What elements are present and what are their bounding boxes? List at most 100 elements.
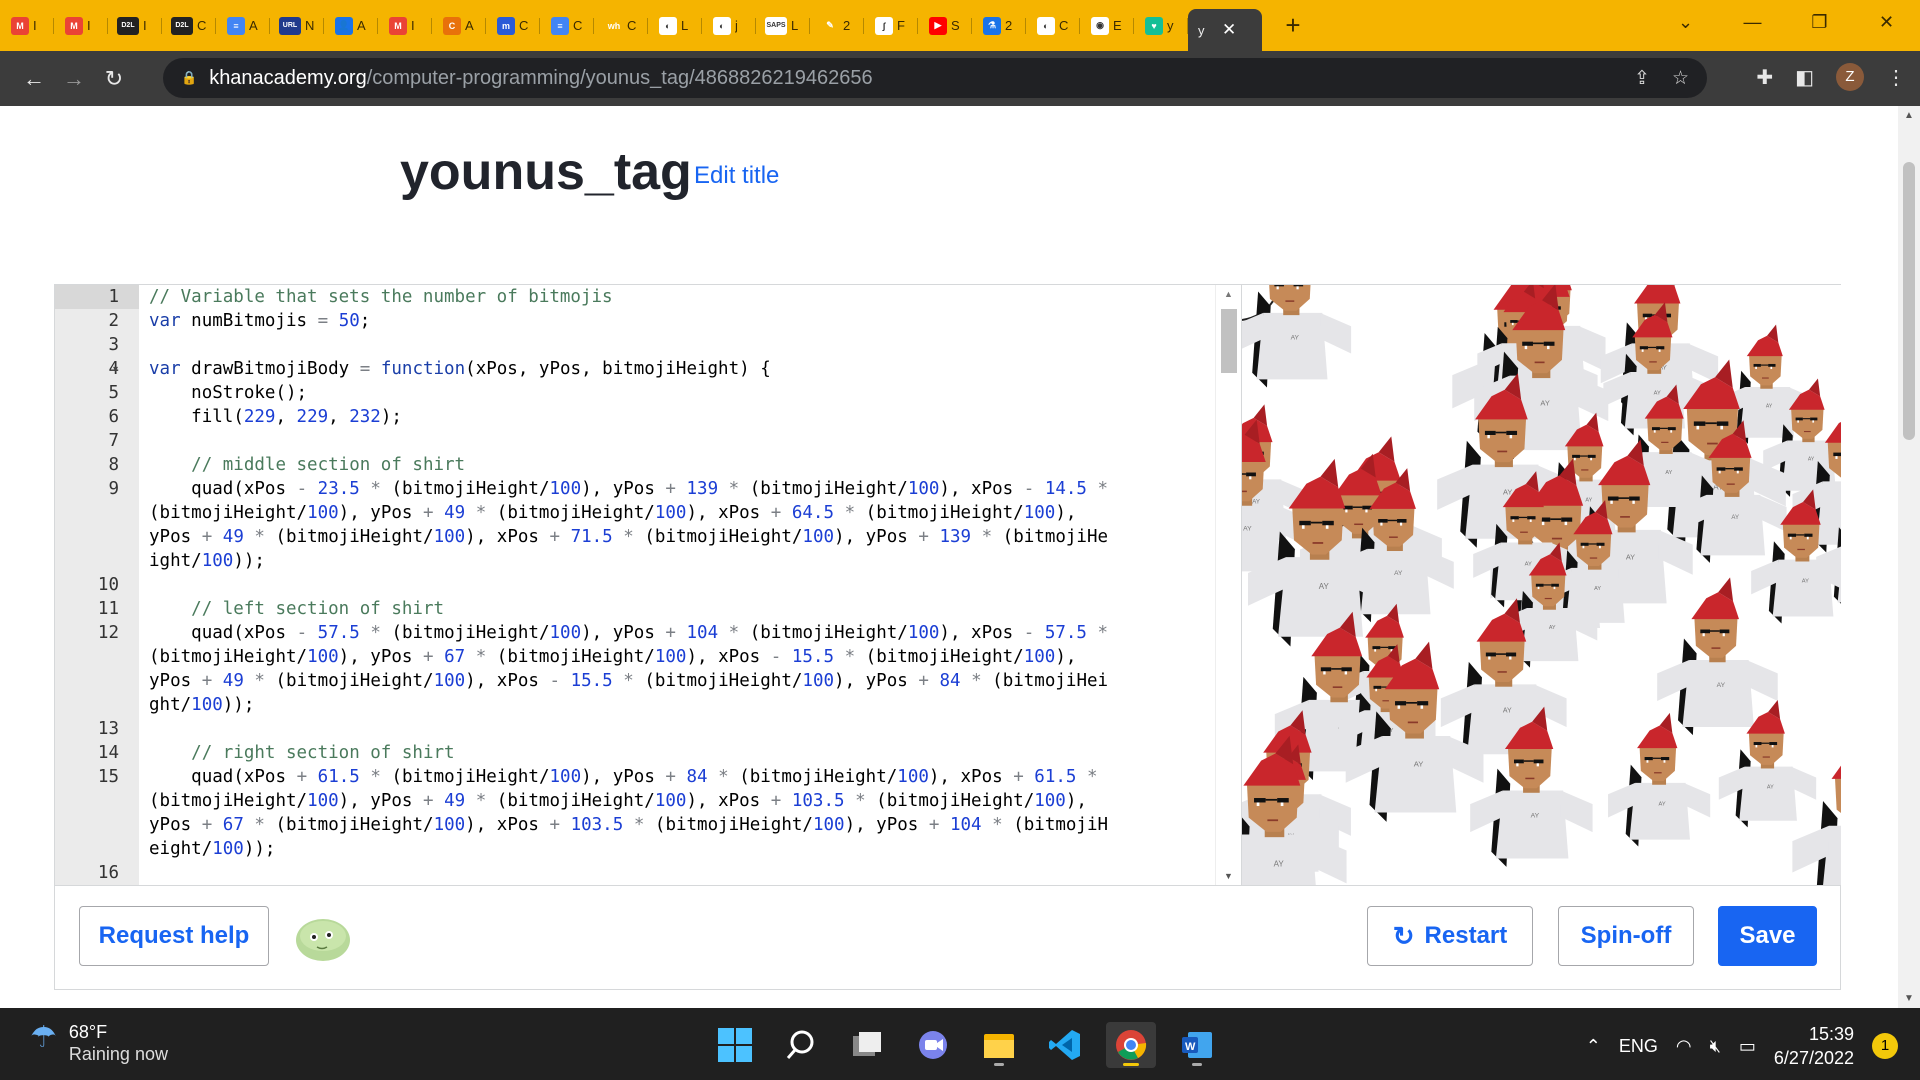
tab-docs[interactable]: ≡ A — [216, 9, 270, 43]
tab-github[interactable]: ◉ E — [1080, 9, 1134, 43]
edit-title-link[interactable]: Edit title — [694, 162, 779, 190]
spinoff-button[interactable]: Spin-off — [1558, 906, 1694, 966]
scroll-up-icon[interactable]: ▲ — [1224, 289, 1233, 299]
save-button[interactable]: Save — [1718, 906, 1817, 966]
page-scroll-thumb[interactable] — [1903, 162, 1915, 440]
minimize-button[interactable]: — — [1719, 12, 1786, 33]
language-indicator[interactable]: ENG — [1619, 1036, 1658, 1057]
windows-taskbar: ☂ 68°F Raining now W ⌃ ENG ◠ 🔇︎ ▭ 15:39 … — [0, 1008, 1920, 1080]
restart-button[interactable]: ↻ Restart — [1367, 906, 1533, 966]
tab-m[interactable]: mC — [486, 9, 540, 43]
close-window-button[interactable]: ✕ — [1853, 12, 1920, 33]
tab-youtube[interactable]: ▶ S — [918, 9, 972, 43]
code-line[interactable]: // right section of shirt — [149, 741, 454, 765]
weather-status: Raining now — [68, 1044, 168, 1064]
side-panel-icon[interactable]: ◧ — [1795, 65, 1814, 90]
tab-wh[interactable]: wh C — [594, 9, 648, 43]
task-view-button[interactable] — [842, 1022, 892, 1068]
word-button[interactable]: W — [1172, 1022, 1222, 1068]
close-icon[interactable]: ✕ — [1222, 20, 1236, 40]
battery-icon[interactable]: ▭ — [1739, 1036, 1756, 1057]
volume-muted-icon[interactable]: 🔇︎ — [1710, 1036, 1721, 1057]
page-scroll-down-icon[interactable]: ▼ — [1904, 993, 1914, 1004]
code-line[interactable]: ght/100)); — [149, 693, 254, 717]
code-line[interactable]: noStroke(); — [149, 381, 307, 405]
editor-scrollbar[interactable]: ▲ ▼ — [1215, 285, 1241, 885]
tab-title: 2 — [843, 18, 851, 33]
menu-icon[interactable]: ⋮ — [1886, 65, 1906, 90]
tab-contacts[interactable]: 👤 A — [324, 9, 378, 43]
line-number: 1 — [108, 287, 119, 307]
tab-refresh-c[interactable]: CA — [432, 9, 486, 43]
tab-gmail[interactable]: MI — [0, 9, 54, 43]
new-tab-button[interactable]: + — [1278, 10, 1308, 41]
code-line[interactable]: quad(xPos + 61.5 * (bitmojiHeight/100), … — [149, 765, 1097, 789]
tab-docs[interactable]: ≡ C — [540, 9, 594, 43]
fold-chevron-icon[interactable]: ▾ — [113, 364, 118, 375]
share-icon[interactable]: ⇪ — [1634, 67, 1650, 90]
code-editor[interactable]: 1 2 3 4 5 6 7 8 9 10 11 12 13 14 15 16 ▾ // Variable tha… — [55, 285, 1241, 885]
tab-khan[interactable]: ♥ y — [1134, 9, 1188, 43]
bookmark-star-icon[interactable]: ☆ — [1672, 67, 1689, 90]
profile-avatar[interactable]: Z — [1836, 63, 1864, 91]
d2l-icon: D2L — [117, 16, 139, 35]
notification-badge[interactable]: 1 — [1872, 1033, 1898, 1059]
code-line[interactable]: yPos + 49 * (bitmojiHeight/100), xPos + … — [149, 525, 1108, 549]
tab-globe[interactable]: ◐ L — [648, 9, 702, 43]
gmail-icon: M — [65, 16, 83, 35]
tab-search-icon[interactable]: ⌄ — [1652, 12, 1719, 33]
tab-saps[interactable]: SAPS L — [756, 9, 810, 43]
clock[interactable]: 15:39 6/27/2022 — [1774, 1022, 1854, 1070]
wifi-icon[interactable]: ◠ — [1676, 1036, 1692, 1057]
code-line[interactable]: quad(xPos - 23.5 * (bitmojiHeight/100), … — [149, 477, 1108, 501]
code-line[interactable]: yPos + 49 * (bitmojiHeight/100), xPos - … — [149, 669, 1108, 693]
back-icon[interactable]: ← — [14, 66, 54, 92]
code-line[interactable]: (bitmojiHeight/100), yPos + 67 * (bitmoj… — [149, 645, 1076, 669]
vscode-button[interactable] — [1040, 1022, 1090, 1068]
extensions-icon[interactable]: ✚ — [1756, 65, 1773, 90]
code-line[interactable]: fill(229, 229, 232); — [149, 405, 402, 429]
page-scroll-up-icon[interactable]: ▲ — [1904, 110, 1914, 121]
window-controls: ⌄ — ❐ ✕ — [1652, 0, 1920, 44]
tab-flask[interactable]: ⚗ 2 — [972, 9, 1026, 43]
code-line[interactable]: var drawBitmojiBody = function(xPos, yPo… — [149, 357, 771, 381]
lock-icon[interactable]: 🔒 — [181, 70, 197, 86]
code-line[interactable]: // left section of shirt — [149, 597, 444, 621]
code-line[interactable]: quad(xPos - 57.5 * (bitmojiHeight/100), … — [149, 621, 1108, 645]
request-help-button[interactable]: Request help — [79, 906, 269, 966]
teams-chat-button[interactable] — [908, 1022, 958, 1068]
code-line[interactable]: yPos + 67 * (bitmojiHeight/100), xPos + … — [149, 813, 1108, 837]
file-explorer-button[interactable] — [974, 1022, 1024, 1068]
tab-urlcs[interactable]: URL N — [270, 9, 324, 43]
address-bar[interactable]: 🔒 khanacademy.org /computer-programming/… — [163, 58, 1707, 98]
forward-icon[interactable]: → — [54, 66, 94, 92]
chrome-button[interactable] — [1106, 1022, 1156, 1068]
tab-gmail[interactable]: MI — [54, 9, 108, 43]
page-scrollbar[interactable]: ▲ ▼ — [1898, 106, 1920, 1008]
tab-d2l[interactable]: D2L I — [108, 9, 162, 43]
weather-widget[interactable]: ☂ 68°F Raining now — [30, 1020, 168, 1065]
code-line[interactable]: // Variable that sets the number of bitm… — [149, 285, 613, 309]
tab-active[interactable]: y ✕ — [1188, 9, 1262, 51]
tab-globe[interactable]: ◐ C — [1026, 9, 1080, 43]
code-line[interactable]: (bitmojiHeight/100), yPos + 49 * (bitmoj… — [149, 501, 1076, 525]
tab-graph[interactable]: ∫ F — [864, 9, 918, 43]
tab-globe[interactable]: ◐ j — [702, 9, 756, 43]
chevron-up-icon[interactable]: ⌃ — [1586, 1036, 1601, 1057]
code-line[interactable]: ight/100)); — [149, 549, 265, 573]
code-line[interactable]: (bitmojiHeight/100), yPos + 49 * (bitmoj… — [149, 789, 1087, 813]
code-line[interactable]: var numBitmojis = 50; — [149, 309, 370, 333]
output-canvas[interactable]: AY AY AY AY AY AY AY AY AY AY AY AY AY AY AY AY AY AY AY AY… — [1241, 285, 1841, 885]
editor-scroll-thumb[interactable] — [1221, 309, 1237, 373]
shirt-label: AY — [1414, 760, 1424, 769]
code-line[interactable]: eight/100)); — [149, 837, 275, 861]
search-button[interactable] — [776, 1022, 826, 1068]
tab-pen[interactable]: ✎ 2 — [810, 9, 864, 43]
scroll-down-icon[interactable]: ▼ — [1224, 871, 1233, 881]
code-line[interactable]: // middle section of shirt — [149, 453, 465, 477]
tab-d2l[interactable]: D2L C — [162, 9, 216, 43]
tab-gmail[interactable]: MI — [378, 9, 432, 43]
restore-button[interactable]: ❐ — [1786, 12, 1853, 33]
reload-icon[interactable]: ↻ — [94, 66, 134, 92]
start-button[interactable] — [710, 1022, 760, 1068]
